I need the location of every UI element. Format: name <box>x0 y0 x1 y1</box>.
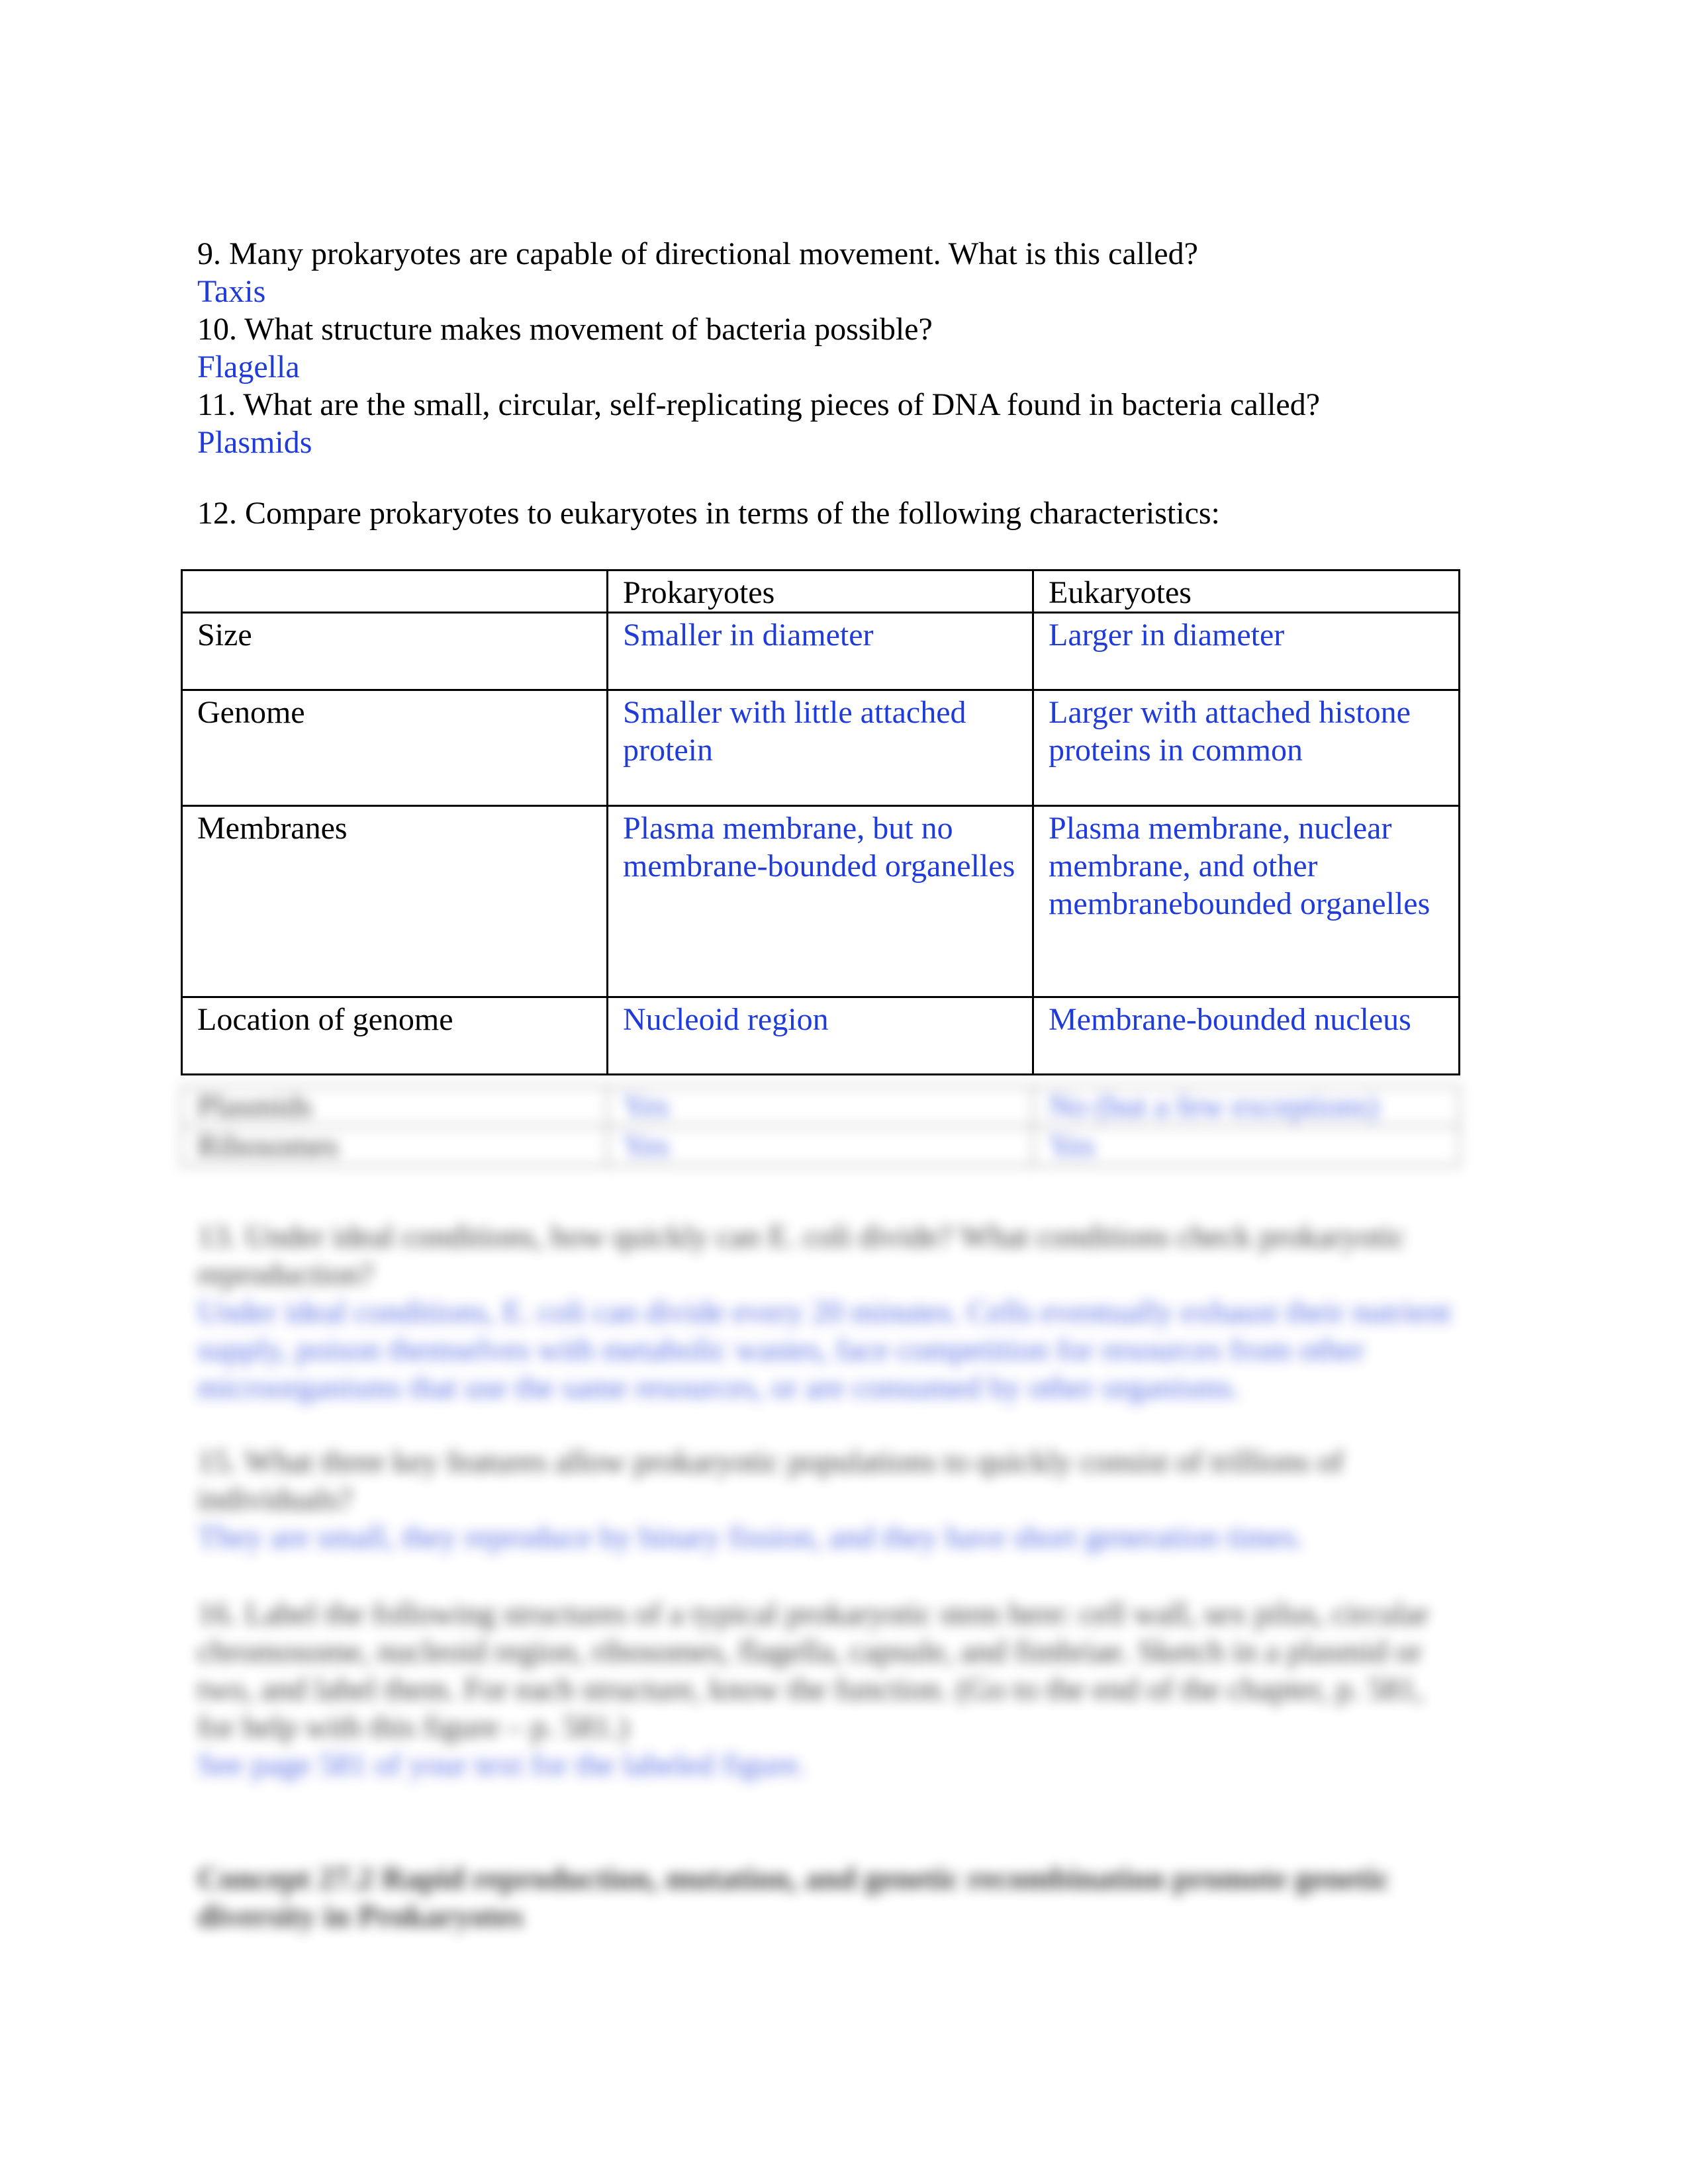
eukaryotes-cell: Larger with attached histone proteins in… <box>1032 689 1460 807</box>
eukaryotes-cell: Yes <box>1032 1125 1460 1167</box>
table-row: Ribosomes Yes Yes <box>181 1125 1460 1167</box>
table-row: Genome Smaller with little attached prot… <box>181 689 1460 807</box>
row-label: Membranes <box>181 805 608 998</box>
row-label: Location of genome <box>181 996 608 1075</box>
question-16: 16. Label the following structures of a … <box>197 1596 1429 1745</box>
prokaryotes-cell: Yes <box>606 1085 1034 1127</box>
header-cell-empty <box>181 569 608 614</box>
answer-13: Under ideal conditions, E. coli can divi… <box>197 1295 1452 1405</box>
eukaryotes-cell: Plasma membrane, nuclear membrane, and o… <box>1032 805 1460 998</box>
question-11: 11. What are the small, circular, self-r… <box>197 387 1321 422</box>
answer-9: Taxis <box>197 274 266 309</box>
question-12: 12. Compare prokaryotes to eukaryotes in… <box>197 496 1220 531</box>
table-row: Size Smaller in diameter Larger in diame… <box>181 612 1460 691</box>
question-15: 15. What three key features allow prokar… <box>197 1444 1344 1517</box>
answer-10: Flagella <box>197 349 300 385</box>
row-label: Ribosomes <box>181 1125 608 1167</box>
table-row: Membranes Plasma membrane, but no membra… <box>181 805 1460 998</box>
answer-15: They are small, they reproduce by binary… <box>197 1520 1304 1555</box>
prokaryotes-cell: Smaller with little attached protein <box>606 689 1034 807</box>
table-row: Location of genome Nucleoid region Membr… <box>181 996 1460 1075</box>
question-13: 13. Under ideal conditions, how quickly … <box>197 1219 1406 1292</box>
prokaryotes-cell: Nucleoid region <box>606 996 1034 1075</box>
blurred-table-rows: Plasmids Yes No (but a few exceptions) R… <box>181 1085 1460 1167</box>
row-label: Size <box>181 612 608 691</box>
answer-16: See page 581 of your text for the labele… <box>197 1747 806 1782</box>
comparison-table: Prokaryotes Eukaryotes Size Smaller in d… <box>181 569 1460 1075</box>
document-page: 9. Many prokaryotes are capable of direc… <box>0 0 1688 2184</box>
answer-11: Plasmids <box>197 425 312 460</box>
table-row: Plasmids Yes No (but a few exceptions) <box>181 1085 1460 1127</box>
header-cell-prokaryotes: Prokaryotes <box>606 569 1034 614</box>
row-label: Genome <box>181 689 608 807</box>
prokaryotes-cell: Smaller in diameter <box>606 612 1034 691</box>
row-label: Plasmids <box>181 1085 608 1127</box>
question-9: 9. Many prokaryotes are capable of direc… <box>197 236 1198 271</box>
header-cell-eukaryotes: Eukaryotes <box>1032 569 1460 614</box>
blurred-content: Plasmids Yes No (but a few exceptions) R… <box>172 1085 1470 1959</box>
eukaryotes-cell: No (but a few exceptions) <box>1032 1085 1460 1127</box>
prokaryotes-cell: Plasma membrane, but no membrane-bounded… <box>606 805 1034 998</box>
table-header-row: Prokaryotes Eukaryotes <box>181 569 1460 614</box>
question-10: 10. What structure makes movement of bac… <box>197 312 933 347</box>
eukaryotes-cell: Larger in diameter <box>1032 612 1460 691</box>
eukaryotes-cell: Membrane-bounded nucleus <box>1032 996 1460 1075</box>
prokaryotes-cell: Yes <box>606 1125 1034 1167</box>
concept-heading: Concept 27.2 Rapid reproduction, mutatio… <box>197 1861 1390 1934</box>
